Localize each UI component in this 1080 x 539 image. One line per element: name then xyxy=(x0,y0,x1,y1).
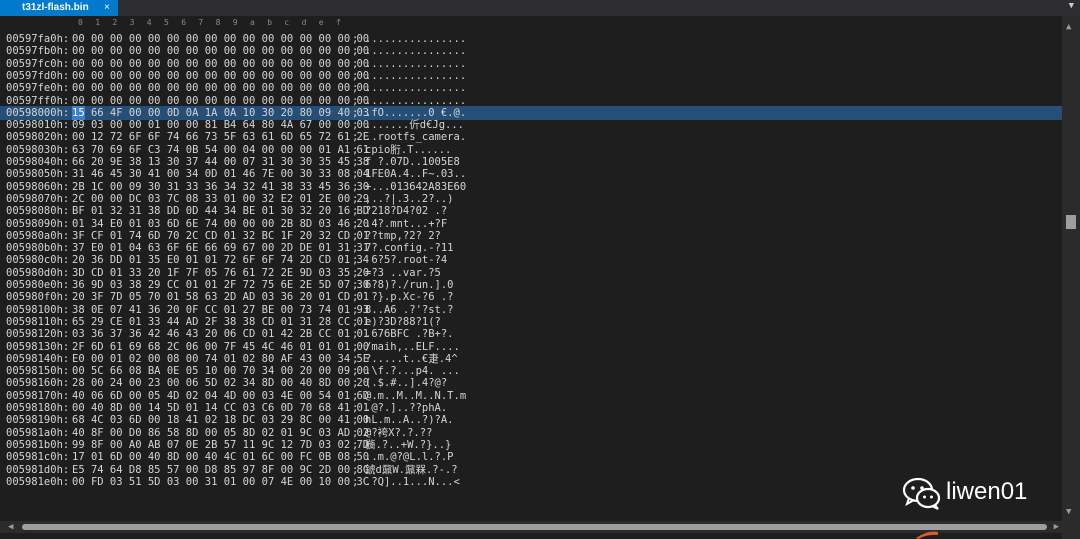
scroll-down-icon[interactable]: ▼ xyxy=(1066,507,1071,517)
tab-file[interactable]: t31zl-flash.bin × xyxy=(0,0,118,16)
column-header: 6 xyxy=(181,18,187,27)
column-header: 1 xyxy=(95,18,101,27)
column-header: 0 xyxy=(78,18,83,27)
bottom-strip xyxy=(0,533,1062,539)
row-ascii[interactable]: .?Q]..1...N...< xyxy=(365,475,460,489)
scroll-left-icon[interactable]: ◀ xyxy=(8,521,13,533)
column-header: 2 xyxy=(112,18,118,27)
watermark: liwen01 xyxy=(902,476,1052,510)
column-ruler: 0 1 2 3 4 5 6 7 8 9 a b c d e f xyxy=(0,16,1080,30)
wechat-icon xyxy=(902,477,941,510)
scroll-up-icon[interactable]: ▲ xyxy=(1066,22,1071,32)
column-header: f xyxy=(336,18,341,27)
separator: ; xyxy=(352,475,359,488)
column-header: a xyxy=(250,18,255,27)
tab-title: t31zl-flash.bin xyxy=(22,2,89,13)
row-address: 005981e0h: xyxy=(6,475,70,488)
column-header: 7 xyxy=(198,18,204,27)
column-header: 9 xyxy=(232,18,238,27)
horizontal-scroll-thumb[interactable] xyxy=(22,524,1047,530)
hex-editor[interactable]: 00597fa0h: 00 00 00 00 00 00 00 00 00 00 … xyxy=(0,30,1062,520)
vertical-scrollbar[interactable]: ▲ ▼ xyxy=(1062,16,1080,521)
column-header: 4 xyxy=(146,18,152,27)
close-icon[interactable]: × xyxy=(104,0,110,16)
scroll-right-icon[interactable]: ▶ xyxy=(1054,521,1059,533)
scrollbar-corner xyxy=(1062,521,1080,539)
watermark-text: liwen01 xyxy=(946,478,1028,505)
column-header: 3 xyxy=(129,18,135,27)
column-header: e xyxy=(318,18,324,27)
column-header: b xyxy=(267,18,273,27)
orange-mark-icon xyxy=(916,531,938,539)
column-header: d xyxy=(301,18,307,27)
chevron-down-icon[interactable]: ▼ xyxy=(1069,1,1074,11)
vertical-scroll-thumb[interactable] xyxy=(1066,215,1076,230)
column-header: 8 xyxy=(215,18,221,27)
column-header: 5 xyxy=(164,18,169,27)
tab-bar: t31zl-flash.bin × ▼ xyxy=(0,0,1080,16)
column-header: c xyxy=(284,18,290,27)
horizontal-scrollbar[interactable]: ◀ ▶ xyxy=(0,521,1062,533)
row-hex[interactable]: 00 FD 03 51 5D 03 00 31 01 00 07 4E 00 1… xyxy=(72,475,369,489)
